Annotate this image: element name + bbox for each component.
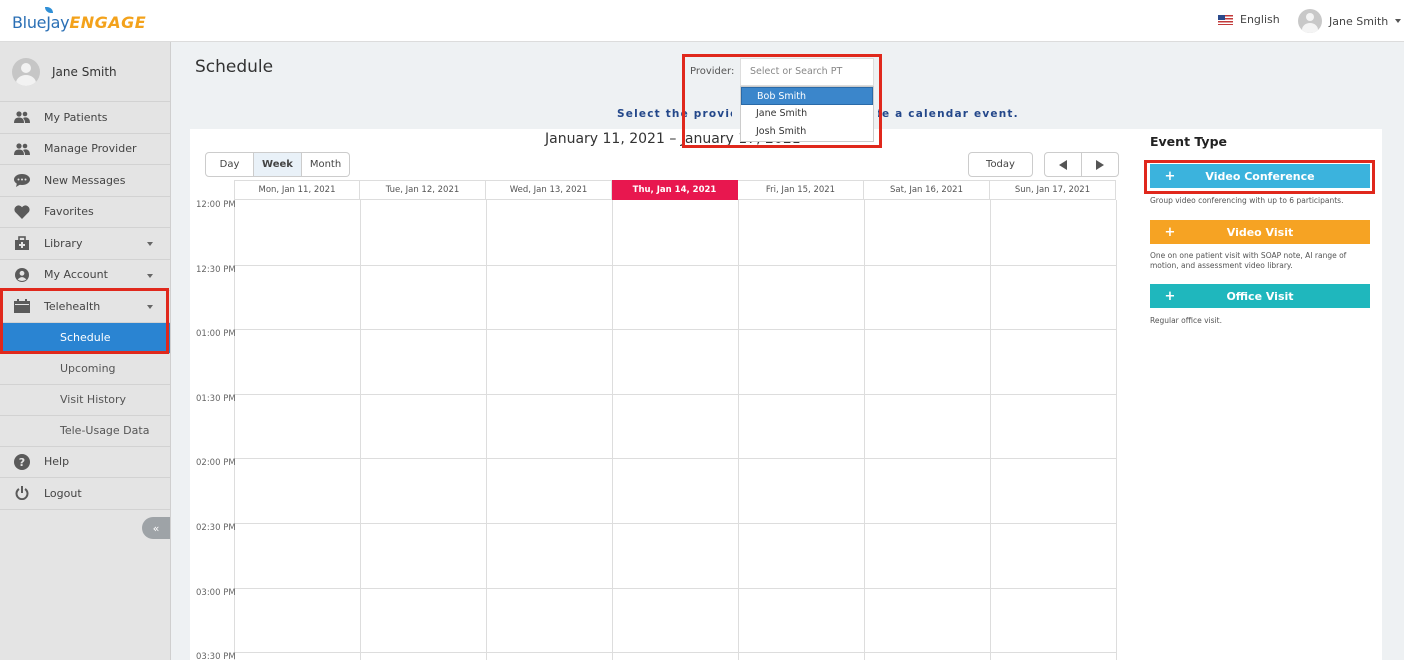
sidebar-item-label: My Account (44, 268, 108, 282)
event-label: Office Visit (1226, 289, 1294, 303)
grid-line (486, 200, 487, 660)
today-button[interactable]: Today (968, 152, 1033, 177)
sidebar-item-help[interactable]: ? Help (0, 447, 170, 478)
library-icon (14, 235, 30, 251)
day-header: Mon, Jan 11, 2021 (234, 180, 360, 200)
event-label: Video Visit (1226, 225, 1294, 239)
grid-line (360, 200, 361, 660)
time-label: 01:00 PM (196, 329, 236, 340)
sidebar-item-new-messages[interactable]: New Messages (0, 165, 170, 197)
day-header: Sat, Jan 16, 2021 (864, 180, 990, 200)
time-label: 03:00 PM (196, 587, 236, 598)
grid-line (234, 329, 1116, 331)
event-description: One on one patient visit with SOAP note,… (1150, 251, 1347, 270)
grid-line (990, 200, 991, 660)
logo-sub-text: ENGAGE (69, 12, 147, 32)
sidebar-user: Jane Smith (0, 42, 170, 102)
grid-line (234, 393, 1116, 395)
chevron-down-icon (147, 242, 153, 246)
office-visit-button[interactable]: + Office Visit (1150, 284, 1370, 308)
grid-line (234, 264, 1116, 266)
grid-line (234, 587, 1116, 589)
sidebar-item-label: My Patients (44, 110, 108, 124)
sidebar-item-label: Help (44, 455, 70, 469)
sidebar-user-name: Jane Smith (52, 64, 117, 79)
time-label: 02:00 PM (196, 458, 236, 469)
sidebar-item-my-patients[interactable]: My Patients (0, 102, 170, 134)
highlight-box (0, 288, 169, 354)
prev-week-button[interactable] (1044, 152, 1082, 177)
language-label: English (1240, 13, 1280, 26)
view-toggle: Day Week Month (205, 152, 350, 177)
collapse-sidebar-button[interactable]: « (142, 517, 170, 539)
highlight-box (682, 54, 882, 148)
arrow-right-icon (1096, 159, 1104, 170)
sidebar-sub-visit-history[interactable]: Visit History (0, 385, 170, 416)
sidebar-sub-tele-usage-data[interactable]: Tele-Usage Data (0, 416, 170, 447)
day-header: Thu, Jan 14, 2021 (612, 180, 738, 200)
grid-line (864, 200, 865, 660)
svg-text:?: ? (19, 456, 25, 469)
sidebar-item-label: Favorites (44, 205, 94, 219)
time-label: 02:30 PM (196, 523, 236, 533)
chat-icon (14, 172, 30, 188)
page-title: Schedule (195, 57, 274, 77)
sidebar-item-label: Library (44, 236, 83, 250)
sidebar-item-library[interactable]: Library (0, 228, 170, 260)
grid-line (234, 523, 1116, 524)
user-menu[interactable]: Jane Smith (1298, 9, 1402, 33)
grid-line (1116, 200, 1117, 660)
plus-icon: + (1164, 288, 1176, 304)
account-icon (14, 267, 30, 283)
sidebar-item-manage-provider[interactable]: Manage Provider (0, 134, 170, 165)
power-icon (14, 485, 30, 501)
top-header: BlueJay ENGAGE English Jane Smith (0, 0, 1404, 42)
logo-main-text: BlueJay (12, 12, 70, 32)
sidebar-item-label: Manage Provider (44, 142, 137, 156)
chevron-down-icon (147, 273, 153, 278)
grid-line (612, 200, 613, 660)
event-description: Group video conferencing with up to 6 pa… (1150, 196, 1344, 205)
sidebar-item-logout[interactable]: Logout (0, 478, 170, 510)
help-icon: ? (14, 453, 30, 470)
sidebar-item-my-account[interactable]: My Account (0, 260, 170, 291)
patients-icon (14, 109, 30, 125)
day-header: Tue, Jan 12, 2021 (360, 180, 486, 200)
time-label: 03:30 PM (196, 652, 236, 660)
week-view-button[interactable]: Week (254, 152, 302, 177)
avatar (1298, 9, 1322, 33)
time-label: 01:30 PM (196, 393, 236, 404)
sidebar-item-label: New Messages (44, 173, 126, 187)
us-flag-icon (1218, 14, 1233, 25)
day-view-button[interactable]: Day (205, 152, 254, 177)
video-visit-button[interactable]: + Video Visit (1150, 220, 1370, 244)
highlight-box (1144, 160, 1375, 194)
heart-icon (14, 204, 30, 220)
avatar (12, 57, 40, 86)
week-grid[interactable]: Mon, Jan 11, 2021 Tue, Jan 12, 2021 Wed, J… (234, 180, 1117, 660)
chevron-down-icon (1395, 19, 1402, 23)
grid-line (738, 200, 739, 660)
arrow-left-icon (1059, 159, 1067, 170)
day-header: Sun, Jan 17, 2021 (990, 180, 1116, 200)
time-label: 12:00 PM (196, 200, 236, 210)
sidebar-item-label: Logout (44, 486, 82, 500)
sidebar-item-favorites[interactable]: Favorites (0, 197, 170, 228)
time-label: 12:30 PM (196, 264, 236, 275)
event-type-title: Event Type (1150, 134, 1228, 149)
language-selector[interactable]: English (1218, 13, 1280, 26)
event-description: Regular office visit. (1150, 316, 1222, 325)
providers-icon (14, 141, 30, 157)
day-header: Fri, Jan 15, 2021 (738, 180, 864, 200)
grid-line (234, 458, 1116, 460)
next-week-button[interactable] (1081, 152, 1119, 177)
grid-line (234, 652, 1116, 654)
sidebar-sub-upcoming[interactable]: Upcoming (0, 354, 170, 385)
month-view-button[interactable]: Month (302, 152, 350, 177)
bluejay-logo[interactable]: BlueJay ENGAGE (12, 7, 147, 34)
plus-icon: + (1164, 224, 1176, 240)
day-header: Wed, Jan 13, 2021 (486, 180, 612, 200)
user-name: Jane Smith (1329, 14, 1389, 28)
